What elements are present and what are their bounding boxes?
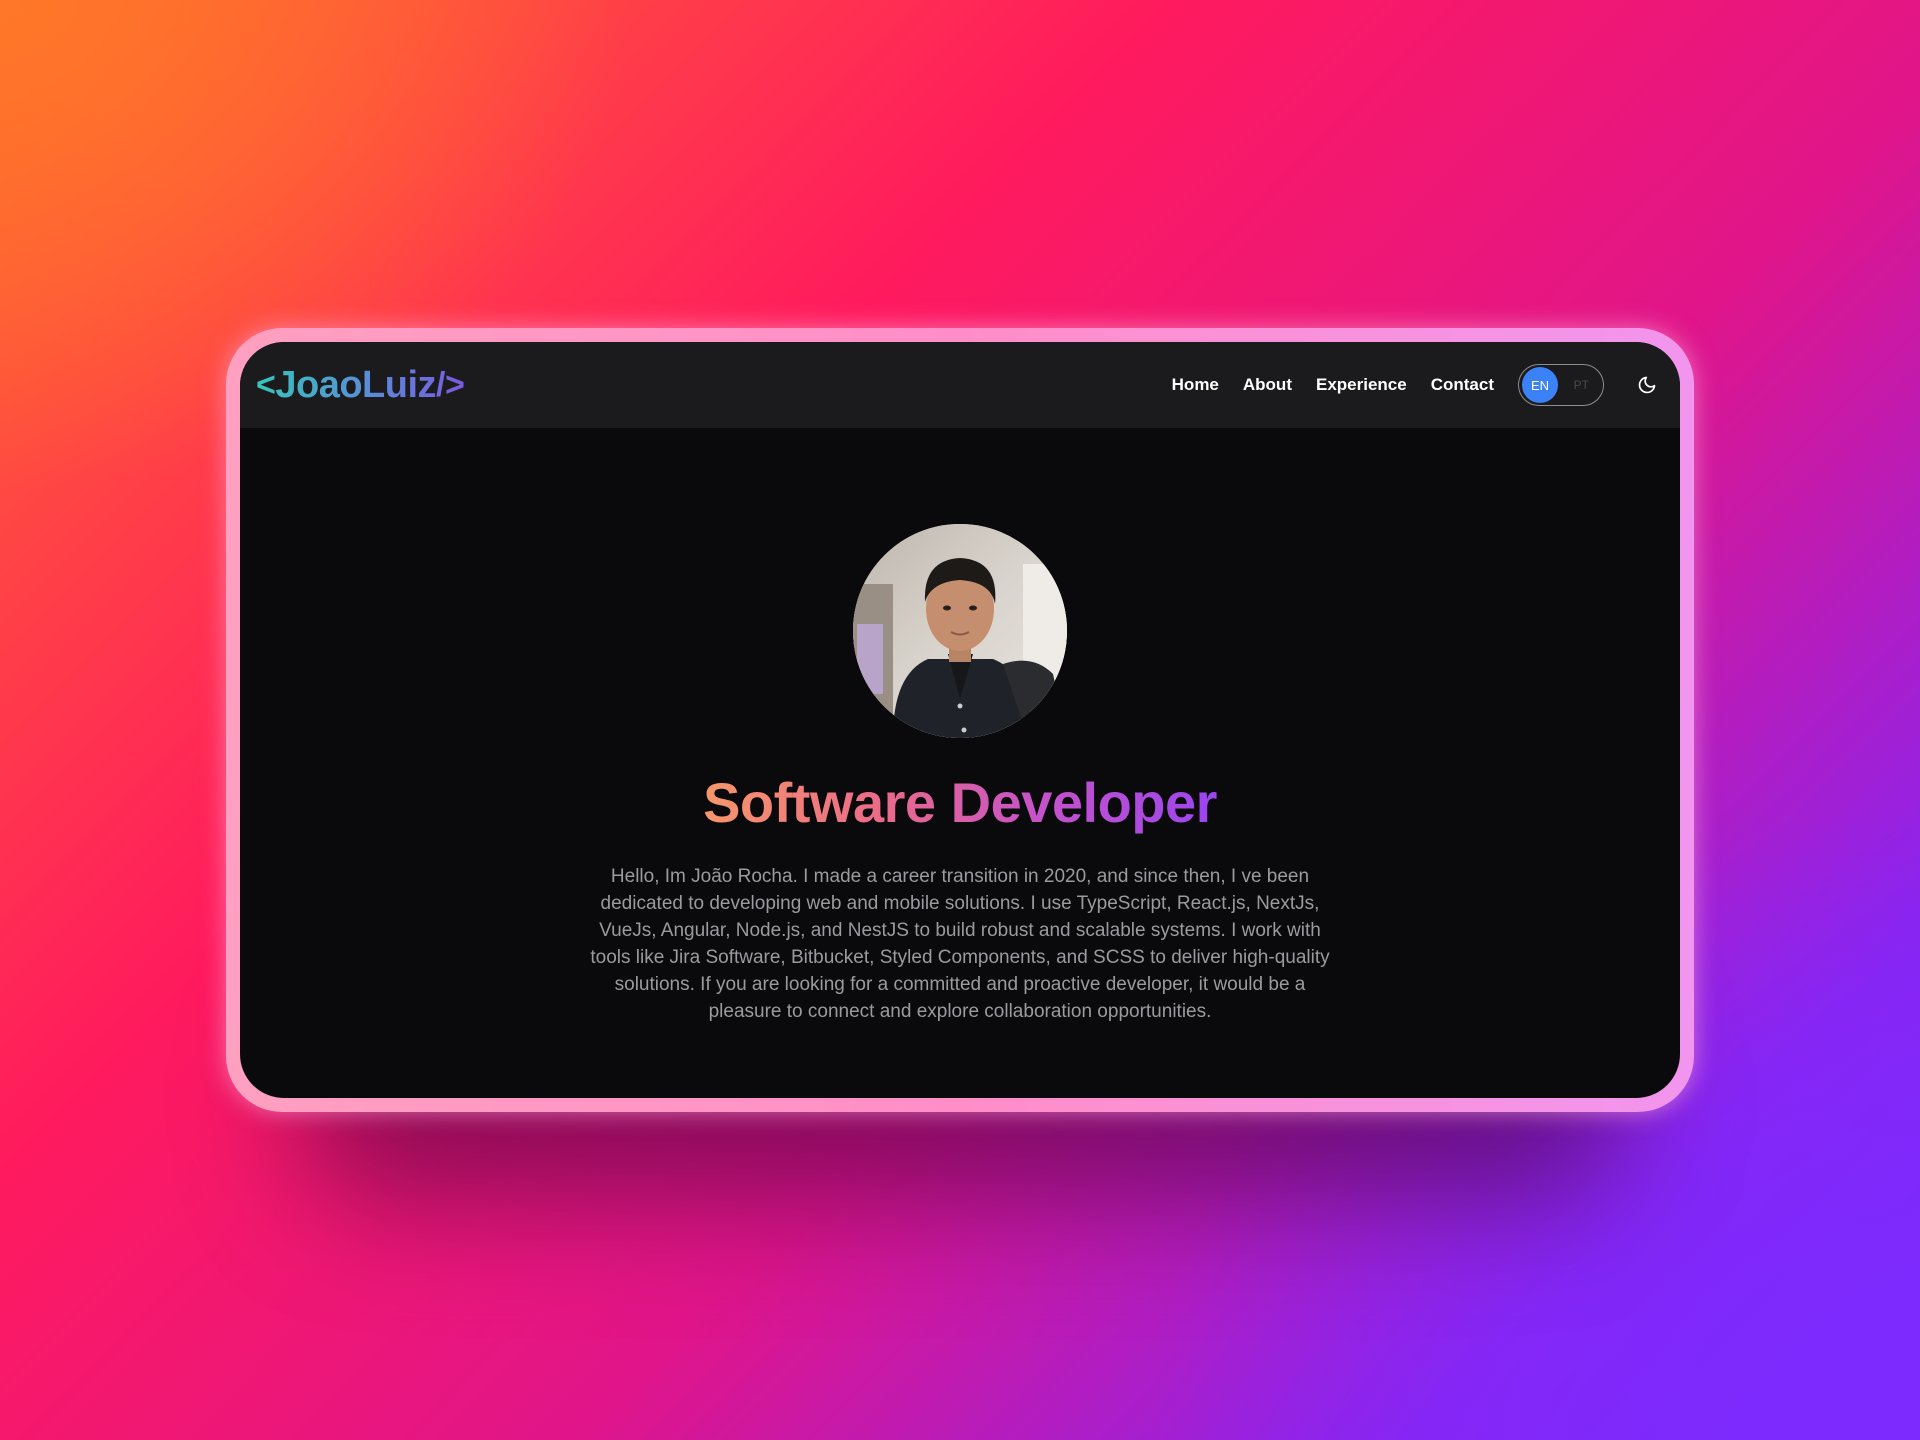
navbar: < JoaoLuiz /> Home About Experience Cont…: [240, 342, 1680, 428]
nav-link-home[interactable]: Home: [1172, 375, 1219, 395]
logo-close-bracket: />: [436, 365, 465, 404]
nav-link-about[interactable]: About: [1243, 375, 1292, 395]
language-inactive: PT: [1573, 378, 1589, 392]
language-active: EN: [1522, 367, 1558, 403]
bio-text: Hello, Im João Rocha. I made a career tr…: [590, 866, 1330, 1022]
profile-photo: [853, 524, 1067, 738]
page-title: Software Developer: [703, 771, 1217, 834]
nav-link-experience[interactable]: Experience: [1316, 375, 1407, 395]
device-frame: < JoaoLuiz /> Home About Experience Cont…: [226, 328, 1694, 1112]
hero-section: Software Developer Hello, Im João Rocha.…: [240, 428, 1680, 1025]
site-logo[interactable]: < JoaoLuiz />: [256, 364, 464, 407]
moon-icon: [1638, 376, 1656, 394]
language-toggle[interactable]: EN PT: [1518, 364, 1604, 406]
nav-menu: Home About Experience Contact EN PT: [1172, 364, 1662, 406]
theme-toggle-button[interactable]: [1632, 370, 1662, 400]
nav-link-contact[interactable]: Contact: [1431, 375, 1494, 395]
logo-name: JoaoLuiz: [275, 363, 437, 406]
app-screen: < JoaoLuiz /> Home About Experience Cont…: [240, 342, 1680, 1098]
avatar: [853, 524, 1067, 738]
logo-open-bracket: <: [256, 365, 276, 404]
